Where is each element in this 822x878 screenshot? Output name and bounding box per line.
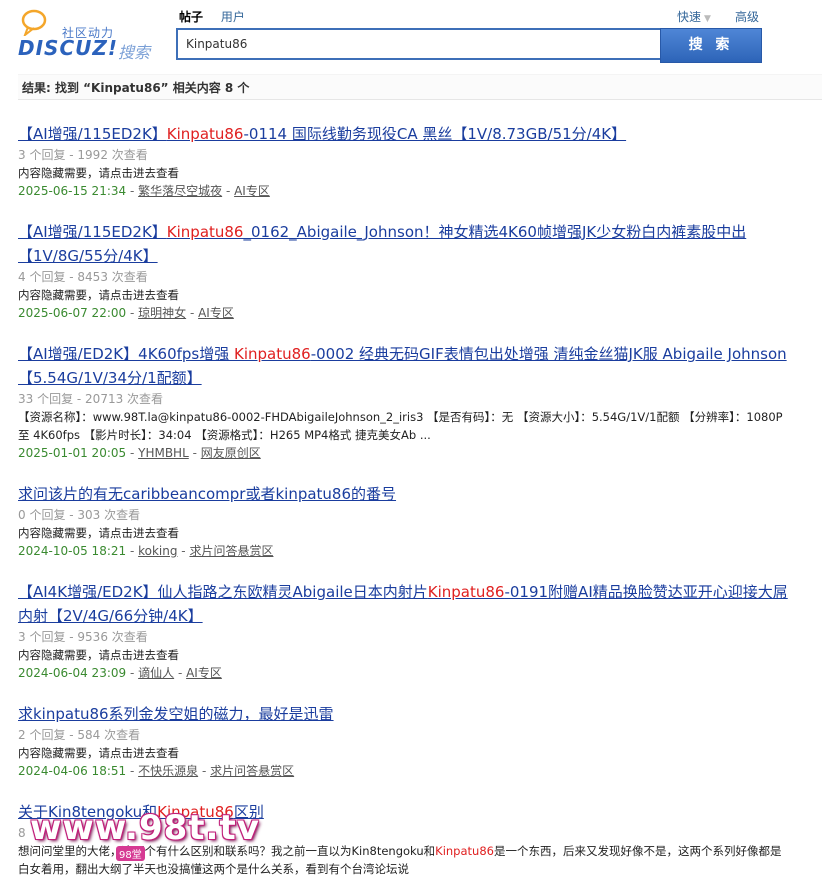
post-info: 2024-06-04 23:09 - 谪仙人 - AI专区 <box>18 666 222 680</box>
tab-posts[interactable]: 帖子 <box>179 8 203 25</box>
result-snippet: 内容隐藏需要，请点击进去查看 <box>18 526 179 540</box>
list-item: 【AI增强/ED2K】4K60fps增强 Kinpatu86-0002 经典无码… <box>18 342 788 462</box>
post-date: 2024-04-06 18:51 <box>18 764 127 778</box>
title-text: 求kinpatu86系列金发空姐的磁力，最好是迅雷 <box>18 705 334 723</box>
title-text: 【AI4K增强/ED2K】仙人指路之东欧精灵Abigaile日本内射片 <box>18 583 428 601</box>
speech-bubble-icon <box>21 9 47 36</box>
post-info: 2024-04-06 18:51 - 不快乐源泉 - 求片问答悬赏区 <box>18 764 295 778</box>
result-title-link[interactable]: 【AI增强/115ED2K】Kinpatu86_0162_Abigaile_Jo… <box>18 220 788 268</box>
post-date: 2024-10-05 18:21 <box>18 544 127 558</box>
search-button[interactable]: 搜 索 <box>660 28 762 63</box>
title-text: -0114 国际线勤务现役CA 黑丝【1V/8.73GB/51分/4K】 <box>243 125 627 143</box>
reply-view-count: 2 个回复 - 584 次查看 <box>18 728 141 742</box>
reply-view-count: 0 个回复 - 303 次查看 <box>18 508 141 522</box>
author-link[interactable]: koking <box>138 544 177 558</box>
tab-users[interactable]: 用户 <box>221 8 245 25</box>
author-link[interactable]: YHMBHL <box>138 446 189 460</box>
title-text: 【AI增强/ED2K】4K60fps增强 <box>18 345 234 363</box>
result-title-link[interactable]: 求kinpatu86系列金发空姐的磁力，最好是迅雷 <box>18 702 788 726</box>
result-title-link[interactable]: 求问该片的有无caribbeancompr或者kinpatu86的番号 <box>18 482 788 506</box>
watermark-badge: 98堂 <box>116 846 145 861</box>
list-item: 【AI增强/115ED2K】Kinpatu86-0114 国际线勤务现役CA 黑… <box>18 122 788 200</box>
advanced-search-link[interactable]: 高级 <box>735 8 759 25</box>
author-link[interactable]: 不快乐源泉 <box>138 764 198 778</box>
discuz-logo[interactable]: 社区动力 DISCUZ! 搜索 <box>18 6 158 62</box>
title-highlight: Kinpatu86 <box>234 345 311 363</box>
forum-link[interactable]: AI专区 <box>186 666 222 680</box>
search-type-tabs: 帖子 用户 <box>179 8 259 25</box>
chevron-down-icon: ▼ <box>704 14 711 24</box>
snippet-highlight: Kinpatu86 <box>435 844 494 858</box>
author-link[interactable]: 繁华落尽空城夜 <box>138 184 222 198</box>
list-item: 【AI增强/115ED2K】Kinpatu86_0162_Abigaile_Jo… <box>18 220 788 322</box>
search-input[interactable] <box>176 28 660 60</box>
result-title-link[interactable]: 【AI增强/115ED2K】Kinpatu86-0114 国际线勤务现役CA 黑… <box>18 122 788 146</box>
forum-link[interactable]: 求片问答悬赏区 <box>189 544 273 558</box>
result-summary: 结果: 找到 “Kinpatu86” 相关内容 8 个 <box>18 74 822 100</box>
reply-view-count: 3 个回复 - 1992 次查看 <box>18 148 148 162</box>
post-info: 2024-10-05 18:21 - koking - 求片问答悬赏区 <box>18 544 274 558</box>
list-item: 求kinpatu86系列金发空姐的磁力，最好是迅雷 2 个回复 - 584 次查… <box>18 702 788 780</box>
title-text: 【AI增强/115ED2K】 <box>18 223 167 241</box>
result-title-link[interactable]: 【AI增强/ED2K】4K60fps增强 Kinpatu86-0002 经典无码… <box>18 342 788 390</box>
logo-wordmark: DISCUZ! <box>18 36 118 60</box>
post-date: 2024-06-04 23:09 <box>18 666 127 680</box>
title-highlight: Kinpatu86 <box>427 583 505 601</box>
result-title-link[interactable]: 【AI4K增强/ED2K】仙人指路之东欧精灵Abigaile日本内射片Kinpa… <box>18 580 788 628</box>
forum-link[interactable]: AI专区 <box>234 184 270 198</box>
reply-view-count: 33 个回复 - 20713 次查看 <box>18 392 164 406</box>
result-snippet: 内容隐藏需要，请点击进去查看 <box>18 288 179 302</box>
reply-view-count: 3 个回复 - 9536 次查看 <box>18 630 148 644</box>
result-snippet: 内容隐藏需要，请点击进去查看 <box>18 166 179 180</box>
post-date: 2025-06-07 22:00 <box>18 306 127 320</box>
post-date: 2025-01-01 20:05 <box>18 446 127 460</box>
post-info: 2025-06-07 22:00 - 琼明神女 - AI专区 <box>18 306 234 320</box>
logo-search-label: 搜索 <box>118 43 151 62</box>
reply-view-count: 4 个回复 - 8453 次查看 <box>18 270 148 284</box>
list-item: 【AI4K增强/ED2K】仙人指路之东欧精灵Abigaile日本内射片Kinpa… <box>18 580 788 682</box>
author-link[interactable]: 琼明神女 <box>138 306 186 320</box>
result-snippet: 【资源名称】：www.98T.la@kinpatu86-0002-FHDAbig… <box>18 410 783 442</box>
site-watermark: www.98t.tv 98堂 <box>30 808 259 870</box>
title-highlight: Kinpatu86 <box>166 125 244 143</box>
forum-link[interactable]: AI专区 <box>198 306 234 320</box>
result-snippet: 内容隐藏需要，请点击进去查看 <box>18 648 179 662</box>
post-date: 2025-06-15 21:34 <box>18 184 127 198</box>
result-snippet: 内容隐藏需要，请点击进去查看 <box>18 746 179 760</box>
post-info: 2025-01-01 20:05 - YHMBHL - 网友原创区 <box>18 446 261 460</box>
author-link[interactable]: 谪仙人 <box>138 666 174 680</box>
watermark-text: www.98t.tv <box>30 808 260 848</box>
forum-link[interactable]: 求片问答悬赏区 <box>210 764 294 778</box>
quick-search-dropdown[interactable]: 快速 ▼ <box>677 8 711 25</box>
list-item: 求问该片的有无caribbeancompr或者kinpatu86的番号 0 个回… <box>18 482 788 560</box>
quick-search-label: 快速 <box>677 10 702 24</box>
title-highlight: Kinpatu86 <box>166 223 244 241</box>
title-text: 求问该片的有无caribbeancompr或者kinpatu86的番号 <box>18 485 397 503</box>
post-info: 2025-06-15 21:34 - 繁华落尽空城夜 - AI专区 <box>18 184 270 198</box>
forum-link[interactable]: 网友原创区 <box>201 446 261 460</box>
title-text: 【AI增强/115ED2K】 <box>18 125 167 143</box>
